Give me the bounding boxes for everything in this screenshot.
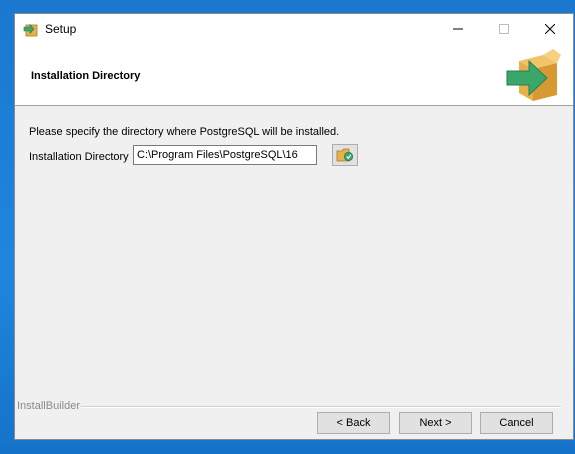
back-button[interactable]: < Back [317,412,390,434]
installation-directory-label: Installation Directory [29,151,129,163]
footer-divider [81,406,561,408]
next-button[interactable]: Next > [399,412,472,434]
page-header: Installation Directory [15,43,573,106]
instruction-text: Please specify the directory where Postg… [29,126,340,138]
cancel-button[interactable]: Cancel [480,412,553,434]
setup-window: Setup Installation Directory Please spec… [14,13,574,440]
browse-folder-button[interactable] [332,144,358,166]
installer-box-arrow-icon [505,45,561,103]
setup-app-icon [23,21,39,37]
maximize-button[interactable] [481,14,527,43]
close-icon [545,23,555,34]
maximize-icon [499,23,509,34]
minimize-icon [453,28,463,29]
folder-browse-icon [336,148,354,162]
installation-directory-input[interactable] [133,145,317,165]
installbuilder-brand: InstallBuilder [17,400,80,412]
window-title: Setup [45,22,77,36]
page-title: Installation Directory [31,70,141,82]
title-bar[interactable]: Setup [15,14,573,43]
minimize-button[interactable] [435,14,481,43]
close-button[interactable] [527,14,573,43]
